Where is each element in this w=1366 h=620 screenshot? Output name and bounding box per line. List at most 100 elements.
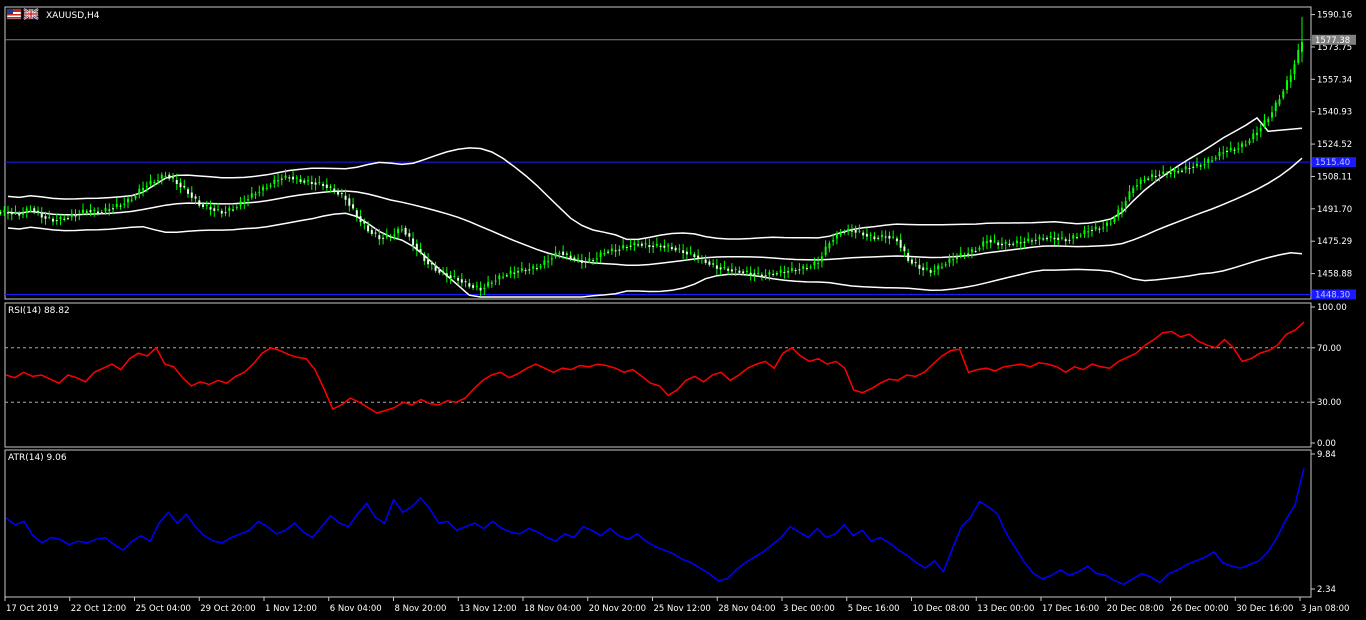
candle-body: [678, 248, 681, 250]
time-axis-label: 20 Dec 08:00: [1107, 604, 1164, 614]
candle-body: [839, 233, 842, 236]
candle-body: [532, 266, 535, 269]
candle: [993, 234, 996, 244]
candle-body: [149, 180, 152, 185]
candle-body: [1192, 166, 1195, 168]
candle: [1012, 241, 1015, 247]
candle: [685, 247, 688, 261]
candle: [382, 233, 385, 245]
chart-title-bar: XAUUSD,H4: [6, 8, 100, 21]
candle: [970, 246, 973, 259]
rsi-panel[interactable]: RSI(14) 88.82: [5, 306, 1311, 414]
price-panel[interactable]: [0, 16, 1311, 298]
candle-body: [1199, 165, 1202, 167]
candle: [547, 254, 550, 269]
candle-body: [1255, 132, 1258, 136]
candle-body: [674, 247, 677, 251]
candle-body: [655, 243, 658, 246]
candle: [340, 188, 343, 198]
candle: [595, 251, 598, 264]
candle-body: [397, 228, 400, 234]
time-axis-label: 13 Dec 00:00: [977, 604, 1034, 614]
candle-body: [727, 268, 730, 271]
candle-body: [1102, 227, 1105, 229]
candle: [704, 255, 707, 265]
candle: [667, 242, 670, 253]
candle-body: [247, 199, 250, 201]
candle: [280, 174, 283, 186]
candle: [952, 252, 955, 267]
candle-body: [648, 245, 651, 248]
candle-body: [453, 276, 456, 278]
candle: [494, 274, 497, 286]
candle-body: [618, 249, 621, 251]
candle-body: [1207, 159, 1210, 163]
candle: [70, 209, 73, 221]
candle: [700, 255, 703, 264]
candle-body: [194, 196, 197, 199]
candle: [929, 267, 932, 277]
candle-body: [978, 247, 981, 250]
candle: [753, 269, 756, 282]
candle-body: [629, 245, 632, 247]
candle: [670, 242, 673, 252]
candle-body: [779, 270, 782, 273]
candle-body: [760, 274, 763, 277]
candle-body: [899, 239, 902, 248]
hline-price-tag-label: 1448.30: [1315, 290, 1350, 300]
candle: [895, 236, 898, 246]
candle-body: [682, 250, 685, 254]
candle: [1004, 239, 1007, 250]
candle: [1027, 232, 1030, 244]
candle-body: [85, 211, 88, 213]
time-axis-label: 5 Dec 16:00: [848, 604, 900, 614]
candle-body: [997, 242, 1000, 246]
candle: [269, 182, 272, 189]
price-axis-label: 1540.93: [1317, 108, 1352, 118]
candle-body: [982, 241, 985, 247]
candle-body: [235, 206, 238, 209]
candle: [468, 278, 471, 289]
candle: [1192, 162, 1195, 174]
candle: [1075, 232, 1078, 240]
candle-body: [348, 198, 351, 206]
candle-body: [325, 184, 328, 188]
candle: [910, 257, 913, 266]
candle: [213, 203, 216, 217]
candle: [205, 200, 208, 210]
atr-panel[interactable]: ATR(14) 9.06: [5, 453, 1305, 586]
candle-body: [168, 174, 171, 179]
candle: [1049, 231, 1052, 242]
candle: [385, 228, 388, 240]
candle: [258, 185, 261, 197]
candle-body: [1188, 168, 1191, 170]
candle-body: [1045, 237, 1048, 240]
candle: [1255, 126, 1258, 142]
time-axis-label: 18 Nov 04:00: [524, 604, 581, 614]
candle-body: [1132, 187, 1135, 194]
hline-price-tag-label: 1515.40: [1315, 158, 1350, 168]
candle: [1102, 221, 1105, 232]
rsi-line: [5, 321, 1305, 414]
candle-body: [59, 216, 62, 220]
candle: [914, 257, 917, 267]
candle: [449, 270, 452, 284]
candle: [37, 206, 40, 216]
candle-body: [1083, 230, 1086, 234]
time-axis-label: 17 Oct 2019: [6, 604, 59, 614]
candle-body: [1113, 218, 1116, 223]
candle: [337, 188, 340, 197]
candle-body: [798, 269, 801, 271]
candle: [749, 266, 752, 281]
candle: [295, 175, 298, 184]
candle-body: [1285, 80, 1288, 90]
candle-body: [505, 275, 508, 277]
candle-body: [460, 279, 463, 283]
price-axis-label: 1590.16: [1317, 11, 1352, 21]
candle-body: [10, 212, 13, 215]
trading-chart[interactable]: RSI(14) 88.82 ATR(14) 9.06 1590.161573.7…: [0, 0, 1366, 620]
price-axis-label: 1458.88: [1317, 270, 1352, 280]
candle-body: [940, 266, 943, 268]
candle: [1259, 123, 1262, 138]
candle-body: [262, 186, 265, 191]
